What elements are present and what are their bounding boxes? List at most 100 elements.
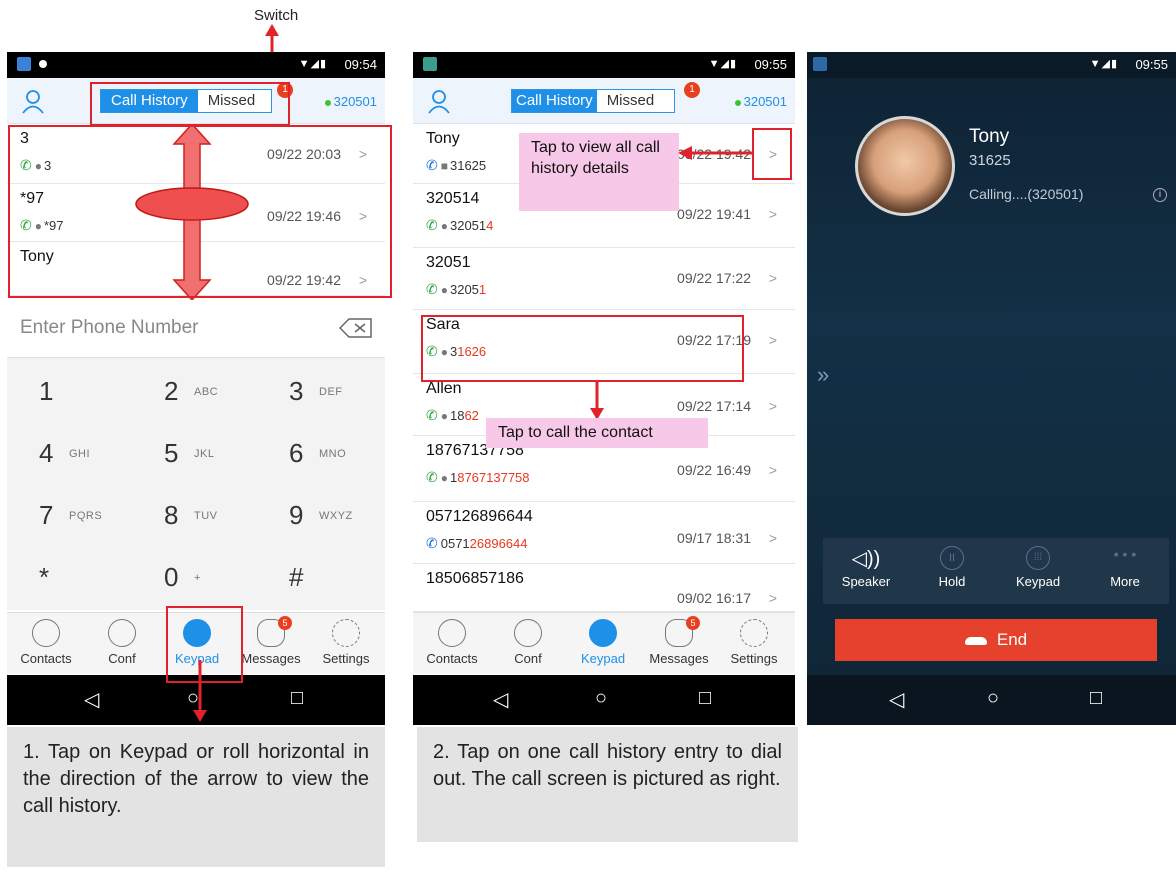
history-row[interactable]: 18506857186 09/02 16:17 > [413,564,795,612]
keypad-key[interactable]: 1 [7,362,125,424]
chevron-right-icon[interactable]: > [769,206,777,222]
app-notification-icon [423,57,437,71]
system-navigation-bar: ◁ ○ □ [807,675,1176,725]
messages-icon: 5 [257,616,292,647]
keypad-key[interactable]: 0 + [132,548,250,610]
hold-control[interactable]: II Hold [909,546,995,589]
expand-arrows-icon[interactable]: » [817,362,829,388]
home-icon[interactable]: ○ [987,687,999,710]
keypad-key[interactable]: 7 PQRS [7,486,125,548]
chevron-right-icon[interactable]: > [769,398,777,414]
nav-conf[interactable]: Conf [85,619,159,666]
recents-icon[interactable]: □ [699,687,711,710]
history-row-number: 31625 [449,158,487,173]
more-control[interactable]: • • • More [1081,546,1169,589]
caption-step-1: 1. Tap on Keypad or roll horizontal in t… [7,727,385,867]
keypad-key[interactable]: 3 DEF [257,362,375,424]
contact-person-icon[interactable] [427,88,453,114]
history-row-number: 0571 [440,536,470,551]
audio-call-icon: ● [440,409,448,423]
missed-count-badge: 1 [684,82,700,98]
back-icon[interactable]: ◁ [84,687,99,712]
keypad-key[interactable]: * [7,548,125,610]
note-tap-to-call: Tap to call the contact [486,418,708,448]
keypad-key[interactable]: # [257,548,375,610]
outgoing-call-icon: ✆ [426,469,438,485]
history-list-highlight-box [8,125,392,298]
contacts-icon [32,619,60,647]
phone-number-placeholder: Enter Phone Number [20,317,199,338]
caller-name: Tony [969,126,1010,147]
history-row[interactable]: 057126896644 ✆ 057126896644 09/17 18:31 > [413,502,795,564]
speaker-control[interactable]: ◁)) Speaker [823,546,909,589]
entry-highlight-box [421,315,744,382]
history-row-date: 09/22 17:22 [677,270,751,286]
call-history-header: Call History Missed 1 320501 [413,78,795,124]
keypad-key[interactable]: 5 JKL [132,424,250,486]
incoming-call-icon: ✆ [426,535,438,551]
history-row[interactable]: 32051 ✆ ● 32051 09/22 17:22 > [413,248,795,310]
caption-step-2: 2. Tap on one call history entry to dial… [417,727,798,842]
outgoing-call-icon: ✆ [426,217,438,233]
keypad-key[interactable]: 9 WXYZ [257,486,375,548]
nav-messages[interactable]: 5 Messages [234,616,308,666]
chevron-right-icon[interactable]: > [769,332,777,348]
note-view-details: Tap to view all call history details [519,133,679,211]
speaker-icon: ◁)) [851,548,881,570]
switch-annotation-label: Switch [254,7,299,24]
chevron-right-icon[interactable]: > [769,462,777,478]
tab-call-history[interactable]: Call History [512,90,597,112]
app-notification-icon [17,57,31,71]
chevron-right-icon[interactable]: > [769,530,777,546]
nav-settings[interactable]: Settings [309,619,383,666]
tab-missed[interactable]: Missed [597,90,675,112]
audio-call-icon: ● [440,471,448,485]
audio-call-icon: ● [440,283,448,297]
nav-contacts[interactable]: Contacts [9,619,83,666]
app-notification-icon [813,57,827,71]
phone-number-input[interactable]: Enter Phone Number [7,300,385,358]
note-pointer-arrow [678,146,752,160]
contacts-icon [438,619,466,647]
history-row-name: 057126896644 [426,508,533,525]
outgoing-call-icon: ✆ [426,281,438,297]
status-time: 09:54 [344,57,377,72]
incoming-call-icon: ✆ [426,157,438,173]
home-icon[interactable]: ○ [595,687,607,710]
keypad-key[interactable]: 8 TUV [132,486,250,548]
contact-person-icon[interactable] [21,88,47,114]
keypad-key[interactable]: 4 GHI [7,424,125,486]
outgoing-call-icon: ✆ [426,407,438,423]
nav-conf[interactable]: Conf [491,619,565,666]
keypad-key[interactable]: 6 MNO [257,424,375,486]
chevron-right-icon[interactable]: > [769,590,777,606]
nav-keypad[interactable]: Keypad [566,619,640,666]
history-segment-switch[interactable]: Call History Missed [511,89,676,113]
backspace-icon[interactable] [339,318,373,338]
history-row-date: 09/22 19:41 [677,206,751,222]
history-row-name: Allen [426,380,462,397]
nav-messages[interactable]: 5 Messages [642,616,716,666]
phone-calling-screen: ▼◢▮ 09:55 Tony 31625 Calling....(320501)… [807,52,1176,725]
back-icon[interactable]: ◁ [493,687,508,712]
keypad-key[interactable]: 2 ABC [132,362,250,424]
end-call-button[interactable]: End [835,619,1157,661]
entry-pointer-arrow [590,380,604,420]
info-icon[interactable]: i [1153,188,1167,202]
segment-highlight-box [90,82,290,126]
keypad-icon [589,619,617,647]
history-row-name: 320514 [426,190,480,207]
recents-icon[interactable]: □ [291,687,303,710]
chevron-right-icon[interactable]: > [769,270,777,286]
messages-badge: 5 [686,616,700,630]
history-row-date: 09/17 18:31 [677,530,751,546]
keypad-pointer-arrow [193,660,207,722]
keypad-control[interactable]: ⁞⁞⁞ Keypad [995,546,1081,589]
back-icon[interactable]: ◁ [889,687,904,712]
nav-contacts[interactable]: Contacts [415,619,489,666]
settings-gear-icon [740,619,768,647]
bottom-navigation: Contacts Conf Keypad 5 Messages Settings [413,612,795,674]
signal-battery-icon: ▼◢▮ [1089,58,1118,70]
recents-icon[interactable]: □ [1090,687,1102,710]
nav-settings[interactable]: Settings [717,619,791,666]
